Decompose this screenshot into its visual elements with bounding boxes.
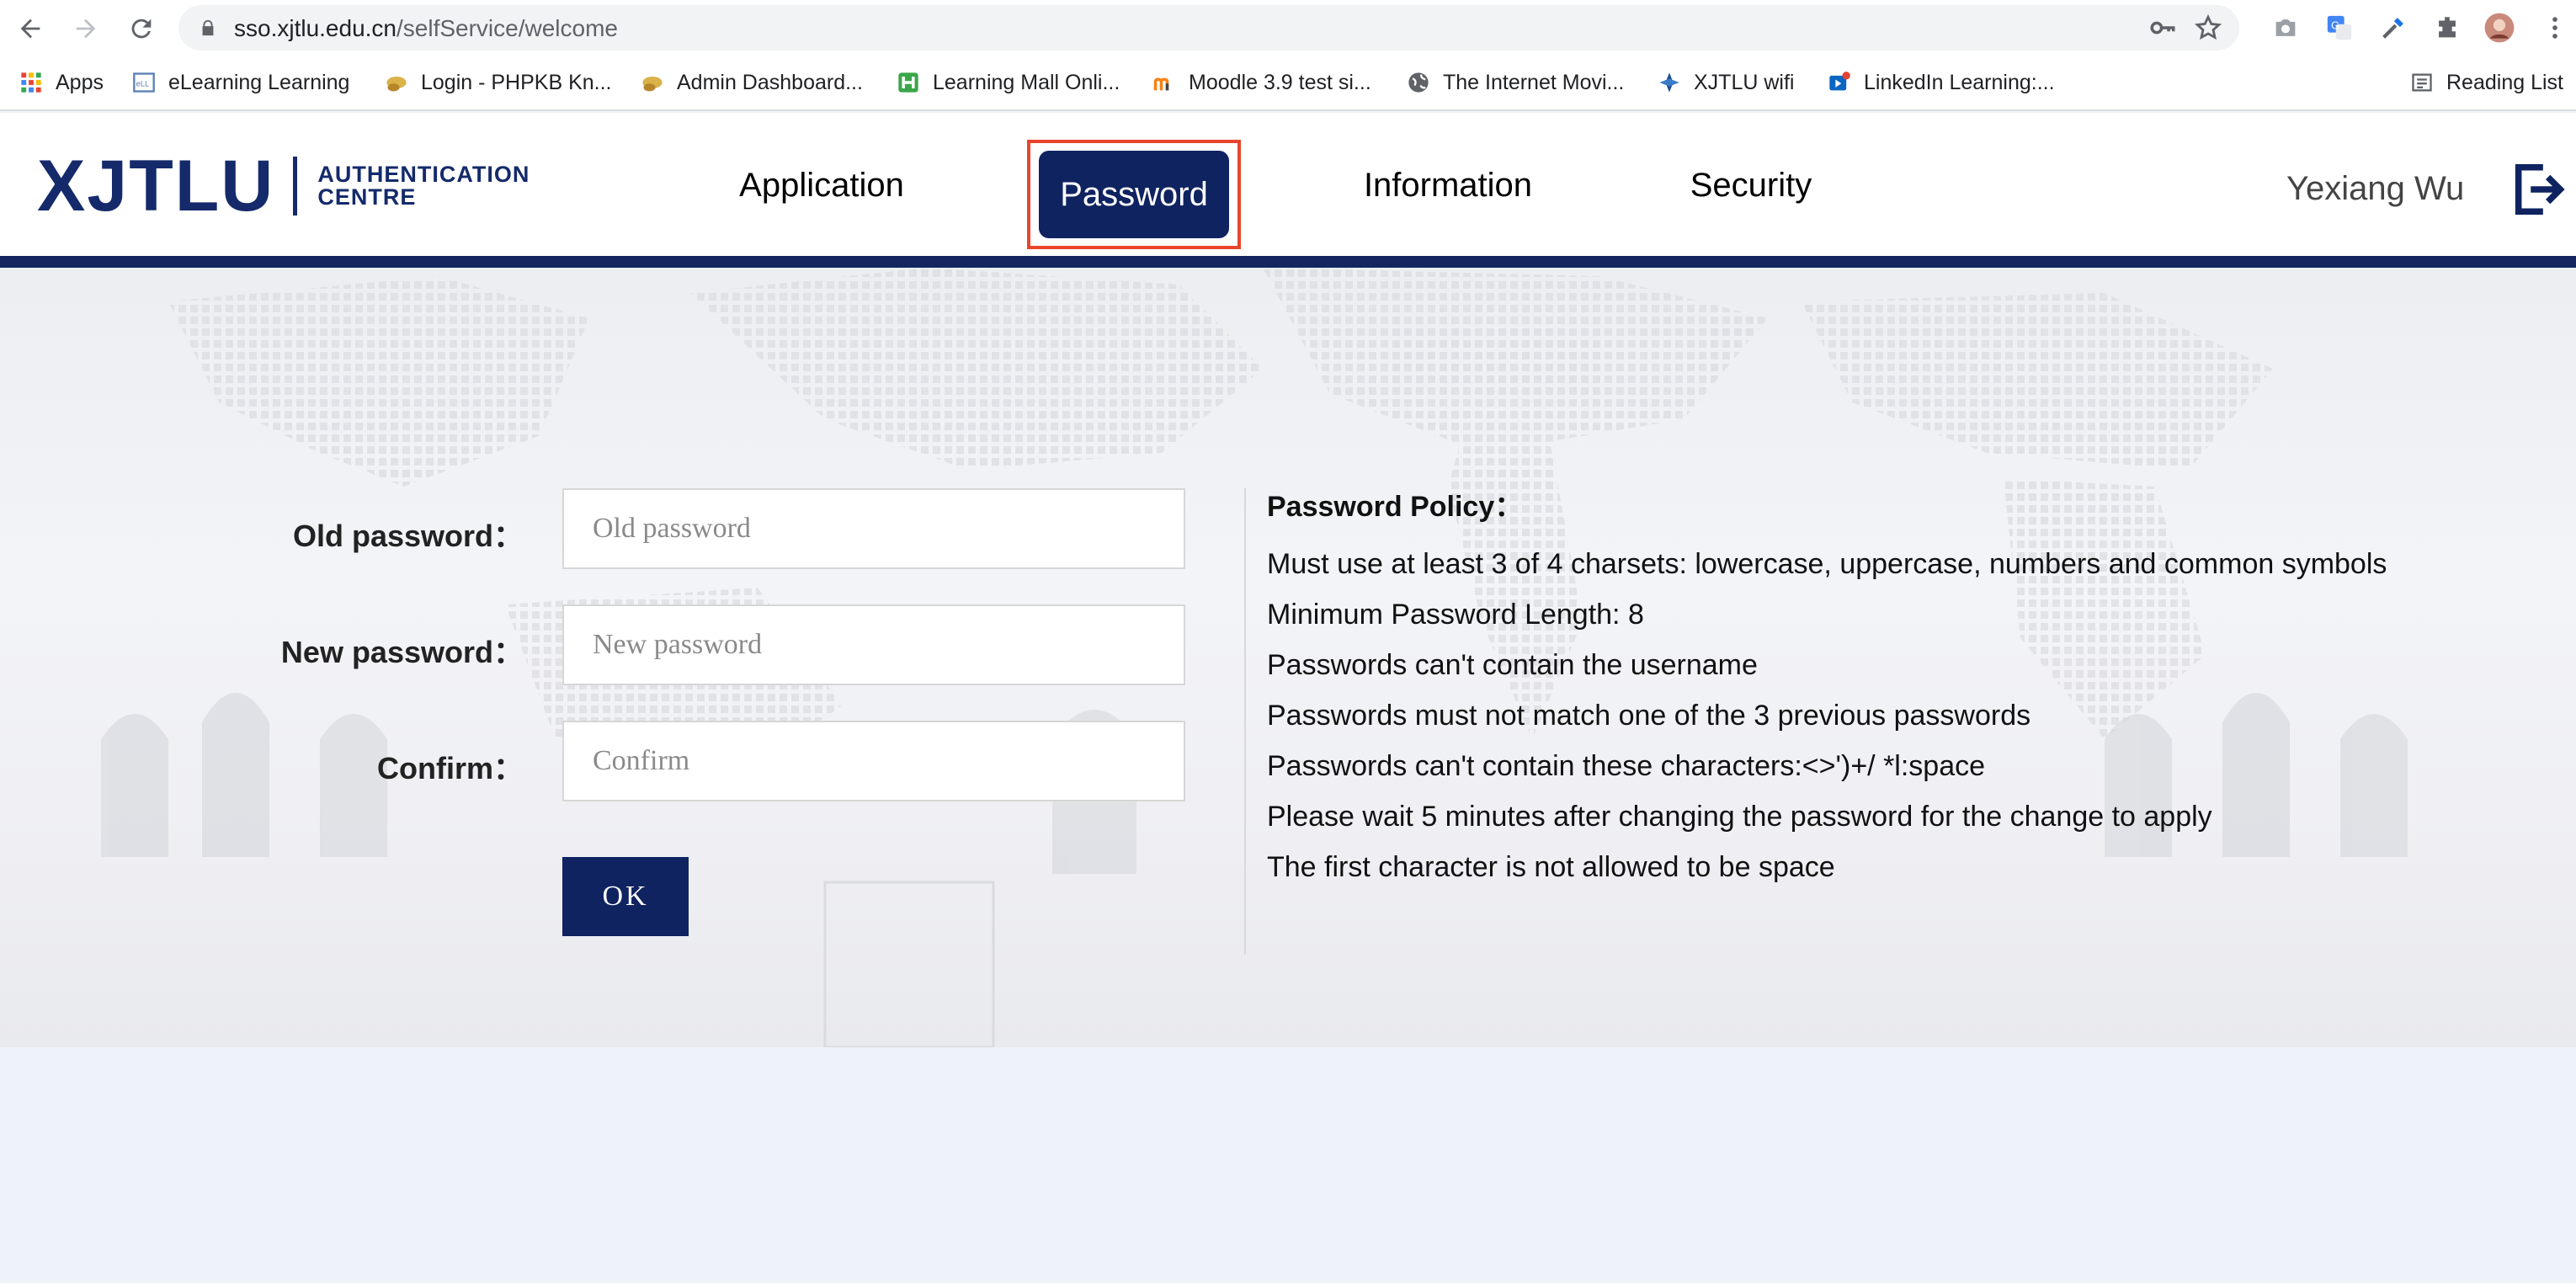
bookmark-label: The Internet Movi... [1443,70,1625,94]
learning-mall-icon [896,70,921,95]
old-password-label: Old password： [292,519,524,553]
bookmark-phpkb-login[interactable]: Login - PHPKB Kn... [384,66,612,99]
lock-icon [202,19,214,36]
logo-subtitle: AUTHENTICATION CENTRE [317,163,530,209]
confirm-password-label: Confirm： [377,751,524,785]
bookmark-label: Moodle 3.9 test si... [1189,70,1371,94]
bookmark-label: XJTLU wifi [1694,70,1795,94]
forward-arrow-icon [76,19,96,39]
bookmark-label: Learning Mall Onli... [933,70,1120,94]
user-name[interactable]: Yexiang Wu [2286,170,2464,208]
bookmarks-bar: Apps eLL eLearning Learning Login - PHPK… [0,56,2576,111]
nav-security[interactable]: Security [1667,143,1835,227]
key-icon[interactable] [2148,13,2177,42]
password-policy-title: Password Policy： [1267,491,1524,523]
page-footer-area [0,1047,2576,1283]
nav-application[interactable]: Application [724,143,919,227]
elearning-icon: eLL [131,70,157,95]
bookmark-xjtlu-wifi[interactable]: XJTLU wifi [1657,66,1794,99]
more-menu-icon[interactable] [2539,12,2571,44]
reading-list-label: Reading List [2446,70,2563,94]
bookmark-moodle[interactable]: Moodle 3.9 test si... [1152,66,1371,99]
policy-rule: Minimum Password Length: 8 [1267,599,1644,631]
phpkb-icon [384,70,409,95]
reading-list-button[interactable]: Reading List [2409,66,2563,99]
bookmark-label: LinkedIn Learning:... [1864,70,2055,94]
policy-rule: Passwords can't contain these characters… [1267,750,1986,782]
logo-subtitle-line1: AUTHENTICATION [317,162,530,187]
bookmark-learning-mall[interactable]: Learning Mall Onli... [896,66,1120,99]
reload-button[interactable] [123,10,160,47]
confirm-password-input[interactable] [562,721,1185,801]
nav-information[interactable]: Information [1347,143,1549,227]
back-arrow-icon [20,19,40,39]
bookmark-linkedin-learning[interactable]: LinkedIn Learning:... [1827,66,2055,99]
bookmark-label: Apps [56,70,104,94]
bookmark-label: eLearning Learning [168,70,350,94]
password-policy-list: Must use at least 3 of 4 charsets: lower… [1267,544,2387,897]
old-password-input[interactable] [562,488,1185,569]
globe-icon [1406,70,1431,95]
bookmark-elearning[interactable]: eLL eLearning Learning [131,66,349,99]
reload-icon [131,19,152,39]
ok-button[interactable]: OK [562,857,689,936]
new-password-label: New password： [280,635,524,669]
apps-grid-icon [19,70,44,95]
policy-rule: Please wait 5 minutes after changing the… [1267,801,2212,833]
new-password-input[interactable] [562,604,1185,685]
svg-text:eLL: eLL [136,80,150,88]
policy-rule: Must use at least 3 of 4 charsets: lower… [1267,548,2387,580]
url-path: /selfService/welcome [397,15,618,41]
address-bar[interactable]: sso.xjtlu.edu.cn/selfService/welcome [178,5,2239,51]
url-text: sso.xjtlu.edu.cn/selfService/welcome [234,15,618,42]
star-icon[interactable] [2194,13,2222,42]
profile-avatar[interactable] [2483,12,2515,44]
logo-wordmark: XJTLU [37,146,275,226]
logo-divider [293,157,298,216]
moodle-icon [1152,70,1177,95]
back-button[interactable] [12,10,49,47]
xjtlu-logo[interactable]: XJTLU AUTHENTICATION CENTRE [37,150,530,222]
policy-rule: Passwords can't contain the username [1267,649,1758,681]
xjtlu-icon [1657,70,1682,95]
bookmark-apps[interactable]: Apps [19,66,104,99]
policy-rule: Passwords must not match one of the 3 pr… [1267,700,2031,732]
bookmark-label: Admin Dashboard... [677,70,863,94]
nav-password[interactable]: Password [1039,151,1229,238]
site-header: XJTLU AUTHENTICATION CENTRE Application … [0,113,2576,256]
url-host: sso.xjtlu.edu.cn [234,15,397,41]
forward-button[interactable] [67,10,104,47]
linkedin-icon [1827,70,1852,95]
bookmark-imdb[interactable]: The Internet Movi... [1406,66,1624,99]
logout-icon[interactable] [2509,160,2568,219]
translate-extension-icon[interactable]: G [2323,12,2355,44]
bookmark-label: Login - PHPKB Kn... [421,70,612,94]
nav-password-highlight: Password [1027,140,1241,249]
reading-list-icon [2409,70,2435,95]
form-policy-divider [1244,488,1246,955]
svg-text:G: G [2331,19,2339,31]
logo-subtitle-line2: CENTRE [317,184,417,210]
header-divider [0,256,2576,268]
phpkb-icon [640,70,665,95]
bookmark-admin-dashboard[interactable]: Admin Dashboard... [640,66,863,99]
puzzle-extensions-icon[interactable] [2431,12,2463,44]
policy-rule: The first character is not allowed to be… [1267,851,1835,883]
eyedropper-extension-icon[interactable] [2377,12,2409,44]
browser-toolbar: sso.xjtlu.edu.cn/selfService/welcome G [0,0,2576,56]
camera-extension-icon[interactable] [2270,12,2302,44]
